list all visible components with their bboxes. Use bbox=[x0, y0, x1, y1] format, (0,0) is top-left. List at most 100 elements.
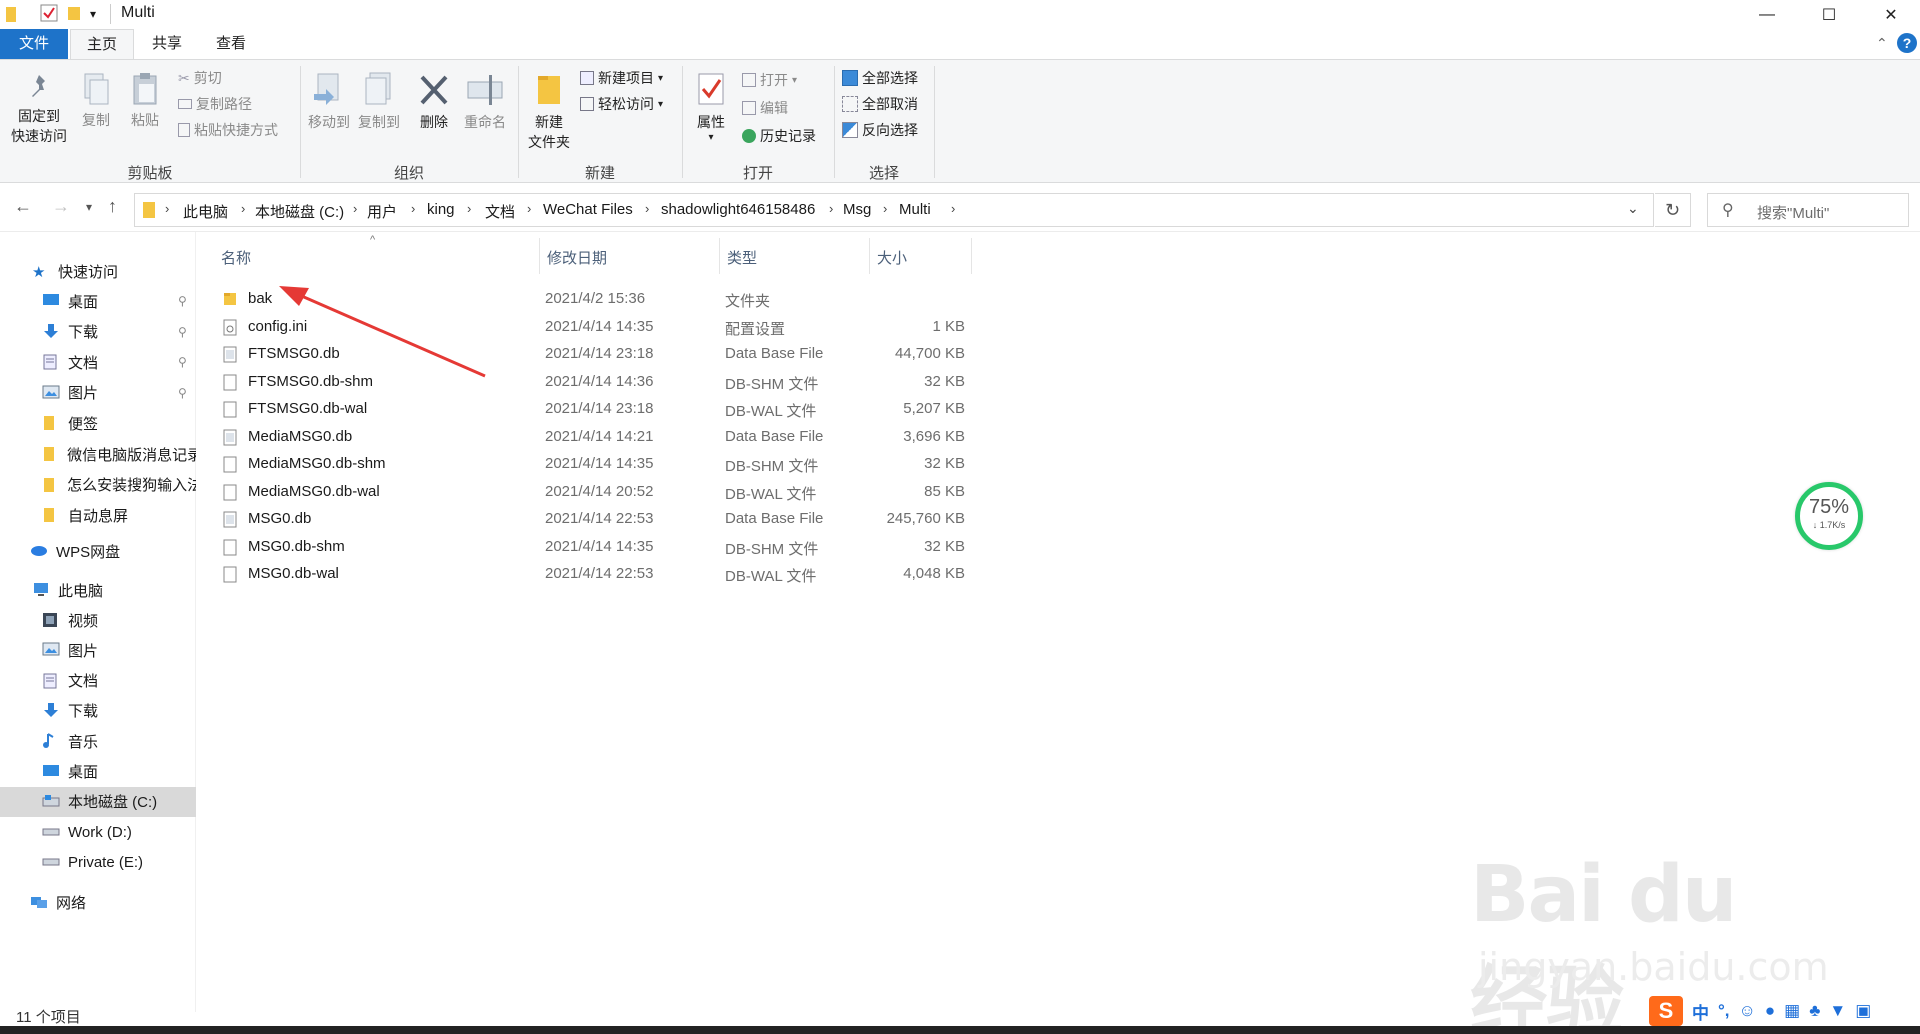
breadcrumb-separator[interactable]: › bbox=[411, 201, 415, 216]
breadcrumb-documents[interactable]: 文档 bbox=[485, 201, 515, 222]
file-row[interactable]: MSG0.db-shm 2021/4/14 14:35 DB-SHM 文件 32 KB bbox=[219, 534, 1169, 561]
sidebar-item-7[interactable]: 怎么安装搜狗输入法 bbox=[0, 470, 196, 500]
edit-button[interactable]: 编辑 bbox=[742, 98, 788, 118]
cut-button[interactable]: ✂ 剪切 bbox=[178, 68, 222, 88]
tab-file[interactable]: 文件 bbox=[0, 29, 68, 59]
network-speed-gauge[interactable]: 75% ↓ 1.7K/s bbox=[1795, 482, 1863, 550]
search-box[interactable]: ⚲ 搜索"Multi" bbox=[1707, 193, 1909, 227]
copy-path-button[interactable]: 复制路径 bbox=[178, 94, 252, 114]
delete-button[interactable]: 删除 bbox=[414, 72, 454, 132]
breadcrumb-wechat-files[interactable]: WeChat Files bbox=[543, 201, 633, 218]
file-row[interactable]: MediaMSG0.db-wal 2021/4/14 20:52 DB-WAL 文件… bbox=[219, 479, 1169, 506]
breadcrumb-users[interactable]: 用户 bbox=[367, 201, 397, 222]
sidebar-this-pc[interactable]: 此电脑 bbox=[0, 575, 196, 605]
new-folder-quick-icon[interactable] bbox=[66, 4, 86, 24]
new-folder-button[interactable]: 新建 文件夹 bbox=[524, 72, 574, 152]
quick-access-dropdown[interactable]: ▾ bbox=[90, 7, 110, 27]
sidebar-pc-item-1[interactable]: 视频 bbox=[0, 605, 196, 635]
pin-icon[interactable]: ⚲ bbox=[178, 294, 187, 308]
open-button[interactable]: 打开 ▾ bbox=[742, 70, 797, 90]
sidebar-pc-item-5[interactable]: 音乐 bbox=[0, 726, 196, 756]
pin-icon[interactable]: ⚲ bbox=[178, 386, 187, 400]
breadcrumb-king[interactable]: king bbox=[427, 201, 455, 218]
maximize-button[interactable]: ☐ bbox=[1806, 0, 1852, 29]
copy-to-button[interactable]: 复制到 bbox=[356, 72, 402, 132]
refresh-button[interactable]: ↻ bbox=[1655, 193, 1691, 227]
invert-selection-button[interactable]: 反向选择 bbox=[842, 120, 918, 140]
pin-to-quick-access-button[interactable]: 固定到 快速访问 bbox=[8, 72, 70, 146]
tab-share[interactable]: 共享 bbox=[136, 29, 198, 59]
help-icon[interactable]: ? bbox=[1897, 33, 1917, 53]
emoji-icon[interactable]: ☺ bbox=[1739, 1001, 1756, 1021]
breadcrumb-separator[interactable]: › bbox=[467, 201, 471, 216]
address-bar[interactable]: › 此电脑 › 本地磁盘 (C:) › 用户 › king › 文档 › WeC… bbox=[134, 193, 1654, 227]
breadcrumb-separator[interactable]: › bbox=[241, 201, 245, 216]
breadcrumb-separator[interactable]: › bbox=[527, 201, 531, 216]
paste-shortcut-button[interactable]: 粘贴快捷方式 bbox=[178, 120, 278, 140]
column-header-date[interactable]: 修改日期 bbox=[547, 242, 607, 276]
recent-locations-button[interactable]: ▾ bbox=[86, 200, 92, 214]
sogou-logo-icon[interactable]: S bbox=[1649, 996, 1683, 1026]
file-row[interactable]: MediaMSG0.db 2021/4/14 14:21 Data Base Fil… bbox=[219, 424, 1169, 451]
file-row[interactable]: FTSMSG0.db-wal 2021/4/14 23:18 DB-WAL 文件 5,… bbox=[219, 396, 1169, 423]
breadcrumb-separator[interactable]: › bbox=[353, 201, 357, 216]
pin-icon[interactable]: ⚲ bbox=[178, 355, 187, 369]
rename-button[interactable]: 重命名 bbox=[460, 72, 510, 132]
select-none-button[interactable]: 全部取消 bbox=[842, 94, 918, 114]
minimize-button[interactable]: — bbox=[1744, 0, 1790, 29]
up-button[interactable]: ↑ bbox=[108, 196, 117, 217]
sidebar-item-8[interactable]: 自动息屏 bbox=[0, 500, 196, 530]
sidebar-pc-item-7[interactable]: 本地磁盘 (C:) bbox=[0, 786, 196, 817]
breadcrumb-separator[interactable]: › bbox=[883, 201, 887, 216]
sidebar-quick-access[interactable]: ★ 快速访问 bbox=[0, 256, 196, 286]
shirt-icon[interactable]: ▼ bbox=[1829, 1001, 1846, 1021]
breadcrumb-separator[interactable]: › bbox=[951, 201, 955, 216]
back-button[interactable]: ← bbox=[14, 196, 32, 217]
sidebar-pc-item-4[interactable]: 下载 bbox=[0, 696, 196, 726]
properties-button[interactable]: 属性 ▾ bbox=[690, 72, 732, 143]
copy-button[interactable]: 复制 bbox=[76, 72, 116, 130]
breadcrumb-multi[interactable]: Multi bbox=[899, 201, 931, 218]
column-header-name[interactable]: 名称 bbox=[221, 242, 251, 276]
column-header-size[interactable]: 大小 bbox=[877, 242, 907, 276]
breadcrumb-account[interactable]: shadowlight646158486 bbox=[661, 201, 815, 218]
forward-button[interactable]: → bbox=[52, 196, 70, 217]
properties-quick-icon[interactable] bbox=[40, 4, 60, 24]
sidebar-item-6[interactable]: 微信电脑版消息记录 bbox=[0, 439, 196, 469]
paste-button[interactable]: 粘贴 bbox=[124, 72, 166, 130]
sidebar-item-5[interactable]: 便签 bbox=[0, 408, 196, 438]
tab-home[interactable]: 主页 bbox=[70, 29, 134, 59]
sidebar-item-3[interactable]: 文档 ⚲ bbox=[0, 347, 196, 377]
easy-access-button[interactable]: 轻松访问 ▾ bbox=[580, 94, 663, 114]
keyboard-icon[interactable]: ▦ bbox=[1784, 1001, 1800, 1021]
sidebar-pc-item-2[interactable]: 图片 bbox=[0, 635, 196, 665]
move-to-button[interactable]: 移动到 bbox=[306, 72, 352, 132]
microphone-icon[interactable]: ● bbox=[1765, 1001, 1775, 1021]
sidebar-pc-item-8[interactable]: Work (D:) bbox=[0, 817, 196, 847]
file-row[interactable]: MSG0.db-wal 2021/4/14 22:53 DB-WAL 文件 4,048… bbox=[219, 561, 1169, 588]
new-item-button[interactable]: 新建项目 ▾ bbox=[580, 68, 663, 88]
breadcrumb-separator[interactable]: › bbox=[165, 201, 169, 216]
sidebar-pc-item-3[interactable]: 文档 bbox=[0, 666, 196, 696]
breadcrumb-msg[interactable]: Msg bbox=[843, 201, 871, 218]
ime-mode[interactable]: 中 bbox=[1692, 999, 1709, 1024]
breadcrumb-separator[interactable]: › bbox=[645, 201, 649, 216]
sidebar-item-2[interactable]: 下载 ⚲ bbox=[0, 317, 196, 347]
toolbox-icon[interactable]: ▣ bbox=[1855, 1001, 1871, 1021]
skin-icon[interactable]: ♣ bbox=[1809, 1001, 1820, 1021]
sidebar-wps-drive[interactable]: WPS网盘 bbox=[0, 536, 196, 566]
column-header-type[interactable]: 类型 bbox=[727, 242, 757, 276]
sidebar-item-1[interactable]: 桌面 ⚲ bbox=[0, 286, 196, 316]
breadcrumb-separator[interactable]: › bbox=[829, 201, 833, 216]
file-row[interactable]: MediaMSG0.db-shm 2021/4/14 14:35 DB-SHM 文件… bbox=[219, 451, 1169, 478]
file-row[interactable]: MSG0.db 2021/4/14 22:53 Data Base File 245,… bbox=[219, 506, 1169, 533]
close-button[interactable]: ✕ bbox=[1868, 0, 1914, 29]
select-all-button[interactable]: 全部选择 bbox=[842, 68, 918, 88]
tab-view[interactable]: 查看 bbox=[200, 29, 262, 59]
collapse-ribbon-icon[interactable]: ⌃ bbox=[1876, 35, 1888, 52]
breadcrumb-this-pc[interactable]: 此电脑 bbox=[183, 201, 228, 222]
address-history-dropdown[interactable]: ⌄ bbox=[1627, 200, 1639, 217]
sidebar-network[interactable]: 网络 bbox=[0, 887, 196, 917]
pin-icon[interactable]: ⚲ bbox=[178, 325, 187, 339]
sidebar-pc-item-6[interactable]: 桌面 bbox=[0, 757, 196, 787]
